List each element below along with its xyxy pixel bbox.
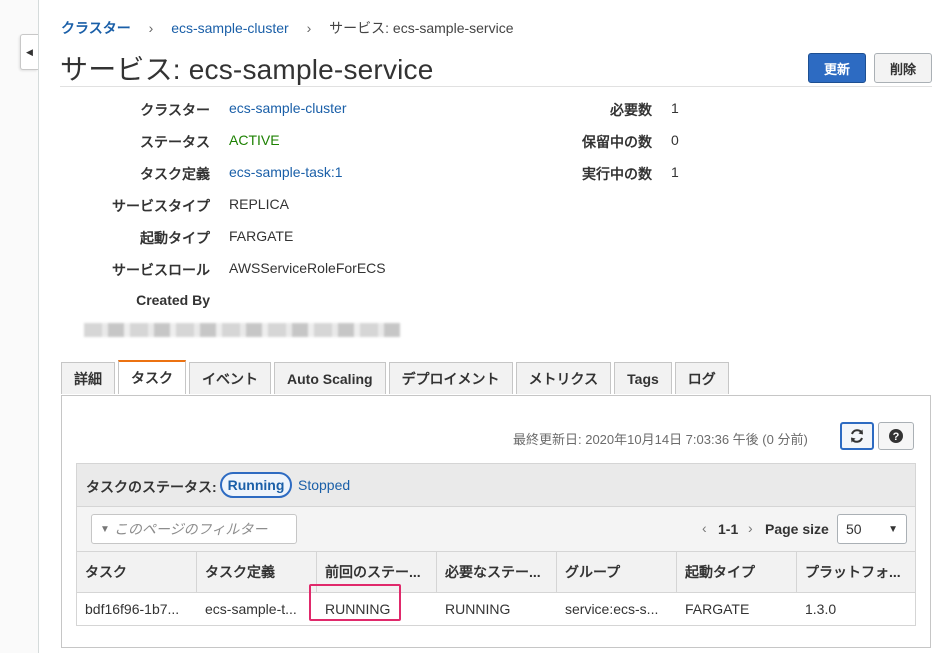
detail-value-task-definition-link[interactable]: ecs-sample-task:1: [229, 164, 343, 180]
detail-label-created-by: Created By: [136, 292, 210, 308]
tab-details[interactable]: 詳細: [61, 362, 115, 394]
left-nav-rail: [0, 0, 39, 653]
refresh-button[interactable]: [840, 422, 874, 450]
delete-button[interactable]: 削除: [874, 53, 932, 83]
column-header-launch-type[interactable]: 起動タイプ: [677, 552, 797, 592]
breadcrumb-separator: ›: [148, 20, 154, 36]
tab-metrics[interactable]: メトリクス: [515, 362, 612, 394]
redacted-value: [84, 323, 400, 337]
column-header-desired-status[interactable]: 必要なステー...: [437, 552, 557, 592]
detail-value-desired-count: 1: [671, 100, 679, 116]
detail-value-service-type: REPLICA: [229, 196, 289, 212]
detail-label-service-type: サービスタイプ: [112, 198, 210, 214]
tab-events[interactable]: イベント: [189, 362, 271, 394]
detail-label-running-count: 実行中の数: [582, 166, 652, 182]
detail-label-cluster: クラスター: [140, 102, 210, 118]
title-divider: [60, 86, 932, 87]
group-cell: service:ecs-s...: [565, 601, 659, 617]
column-header-task-definition[interactable]: タスク定義: [197, 552, 317, 592]
page-size-value: 50: [846, 521, 862, 537]
tasks-table: タスク タスク定義 前回のステー... 必要なステー... グループ 起動タイプ…: [76, 551, 916, 626]
platform-version-cell: 1.3.0: [805, 601, 837, 617]
tab-logs[interactable]: ログ: [674, 362, 729, 394]
help-icon: ?: [889, 429, 903, 443]
last-updated-text: 最終更新日: 2020年10月14日 7:03:36 午後 (0 分前): [513, 432, 808, 447]
detail-value-launch-type: FARGATE: [229, 228, 294, 244]
detail-label-service-role: サービスロール: [112, 262, 210, 278]
pager-range: 1-1: [718, 521, 739, 537]
detail-label-launch-type: 起動タイプ: [140, 230, 210, 246]
filter-running-toggle[interactable]: Running: [220, 472, 292, 498]
detail-value-running-count: 1: [671, 164, 679, 180]
svg-text:?: ?: [893, 431, 900, 443]
detail-label-pending-count: 保留中の数: [582, 134, 652, 150]
detail-value-pending-count: 0: [671, 132, 679, 148]
tab-tags[interactable]: Tags: [614, 362, 672, 394]
detail-label-status: ステータス: [140, 134, 210, 150]
service-tabs: 詳細 タスク イベント Auto Scaling デプロイメント メトリクス T…: [61, 360, 732, 394]
filter-icon: ▼: [100, 523, 110, 535]
chevron-down-icon: ▼: [888, 523, 898, 535]
tab-tasks[interactable]: タスク: [118, 360, 186, 394]
task-id-link[interactable]: bdf16f96-1b7...: [77, 593, 197, 625]
page-title: サービス: ecs-sample-service: [60, 54, 434, 85]
table-header: タスク タスク定義 前回のステー... 必要なステー... グループ 起動タイプ…: [77, 552, 915, 593]
page-size-select[interactable]: 50 ▼: [837, 514, 907, 544]
detail-label-desired-count: 必要数: [610, 102, 652, 118]
breadcrumb-current: サービス: ecs-sample-service: [329, 20, 514, 36]
breadcrumb-clusters-link[interactable]: クラスター: [61, 20, 131, 36]
task-status-label: タスクのステータス:: [86, 479, 217, 495]
update-button[interactable]: 更新: [808, 53, 866, 83]
launch-type-cell: FARGATE: [685, 601, 750, 617]
column-header-group[interactable]: グループ: [557, 552, 677, 592]
filter-stopped-toggle[interactable]: Stopped: [298, 477, 350, 493]
collapse-left-icon: ◀: [26, 46, 33, 57]
desired-status-cell: RUNNING: [445, 601, 511, 617]
column-header-platform[interactable]: プラットフォ...: [797, 552, 915, 592]
tab-deployments[interactable]: デプロイメント: [388, 362, 513, 394]
page-filter-input[interactable]: ▼ このページのフィルター: [91, 514, 297, 544]
breadcrumb-cluster-link[interactable]: ecs-sample-cluster: [171, 20, 288, 36]
detail-value-cluster-link[interactable]: ecs-sample-cluster: [229, 100, 346, 116]
help-button[interactable]: ?: [878, 422, 914, 450]
annotation-highlight-box: [309, 584, 401, 621]
table-row: bdf16f96-1b7... ecs-sample-t... RUNNING …: [77, 593, 915, 625]
breadcrumb-separator: ›: [306, 20, 312, 36]
tab-auto-scaling[interactable]: Auto Scaling: [274, 362, 386, 394]
refresh-icon: [851, 429, 863, 443]
page-size-label: Page size: [765, 521, 829, 537]
pager-next-button[interactable]: ›: [748, 520, 753, 536]
column-header-task[interactable]: タスク: [77, 552, 197, 592]
page-filter-placeholder: このページのフィルター: [113, 521, 268, 537]
collapse-nav-button[interactable]: ◀: [20, 34, 38, 70]
detail-value-status: ACTIVE: [229, 132, 280, 148]
pager-prev-button[interactable]: ‹: [702, 520, 707, 536]
breadcrumb: クラスター › ecs-sample-cluster › サービス: ecs-s…: [61, 18, 514, 38]
task-definition-link[interactable]: ecs-sample-t...: [197, 593, 317, 625]
detail-value-service-role: AWSServiceRoleForECS: [229, 260, 386, 276]
detail-label-task-definition: タスク定義: [140, 166, 210, 182]
